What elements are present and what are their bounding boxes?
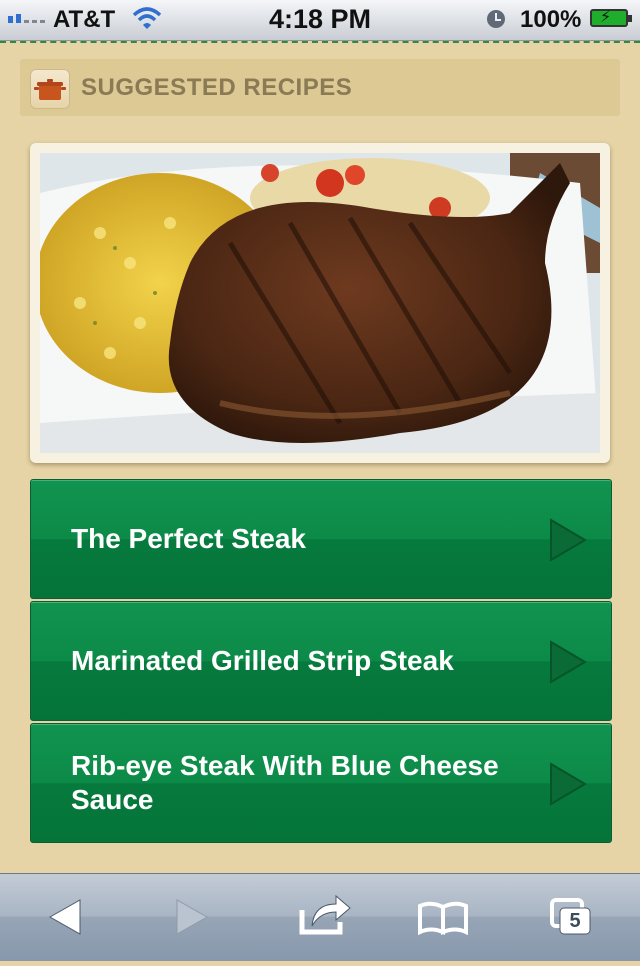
bookmarks-icon	[418, 901, 468, 936]
recipe-item-ribeye-blue-cheese[interactable]: Rib-eye Steak With Blue Cheese Sauce	[30, 723, 612, 843]
forward-button[interactable]	[147, 874, 237, 961]
status-bar: AT&T 4:18 PM 100% ⚡	[0, 0, 640, 41]
chevron-right-icon	[550, 518, 587, 562]
recipe-item-perfect-steak[interactable]: The Perfect Steak	[30, 479, 612, 599]
share-icon	[299, 894, 351, 935]
recipe-label: Marinated Grilled Strip Steak	[71, 645, 454, 676]
forward-icon	[176, 899, 209, 935]
section-title: SUGGESTED RECIPES	[81, 74, 353, 101]
share-button[interactable]	[280, 874, 370, 961]
recipe-label: The Perfect Steak	[71, 523, 306, 554]
tab-count: 5	[569, 910, 581, 932]
bookmarks-button[interactable]	[398, 874, 488, 961]
back-icon	[48, 899, 81, 935]
recipe-photo-frame	[30, 143, 610, 463]
section-header: SUGGESTED RECIPES	[20, 59, 620, 116]
tabs-button[interactable]: 5	[530, 874, 620, 961]
steak-photo	[40, 153, 600, 453]
alarm-clock-icon	[487, 10, 505, 28]
back-button[interactable]	[20, 874, 110, 961]
battery-icon: ⚡	[590, 9, 632, 27]
battery-percentage: 100%	[520, 6, 582, 33]
browser-toolbar: 5	[0, 873, 640, 961]
chevron-right-icon	[550, 640, 587, 684]
recipe-label: Rib-eye Steak With Blue Cheese Sauce	[71, 750, 499, 815]
chevron-right-icon	[550, 762, 587, 806]
divider	[0, 41, 640, 43]
recipe-item-marinated-strip-steak[interactable]: Marinated Grilled Strip Steak	[30, 601, 612, 721]
cooking-pot-icon	[30, 69, 70, 109]
